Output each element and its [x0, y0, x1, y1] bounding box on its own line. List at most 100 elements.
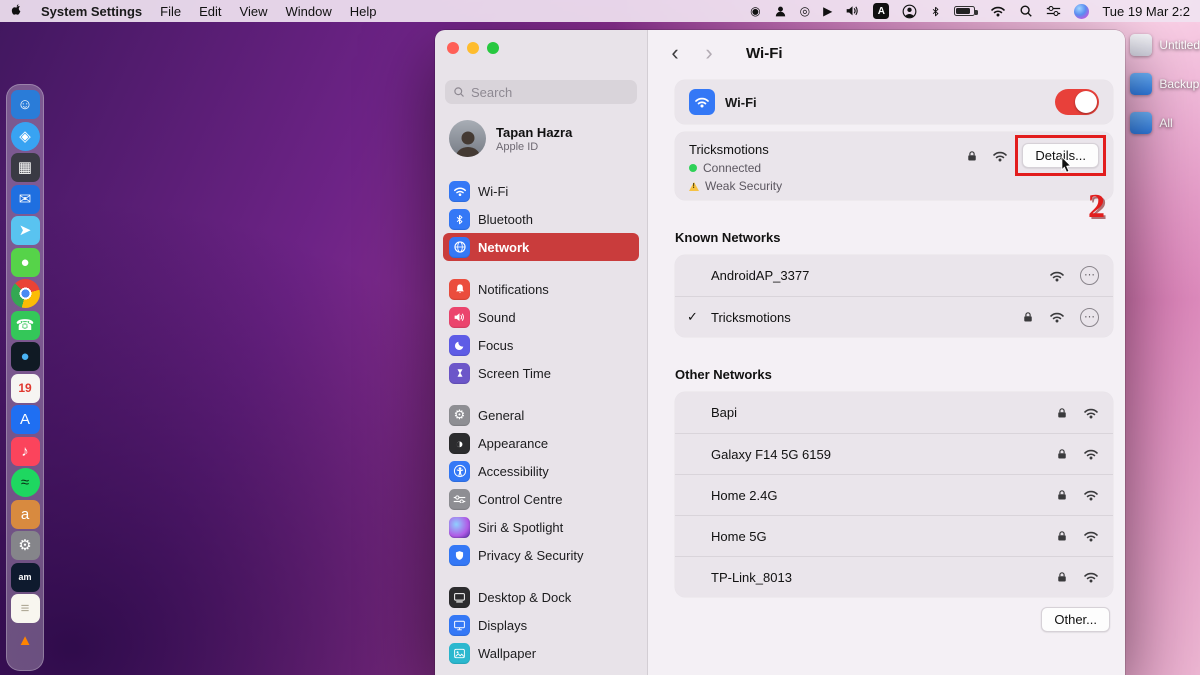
profile-subtitle: Apple ID: [496, 141, 572, 153]
desktop-item-all[interactable]: All: [1126, 112, 1200, 134]
wifi-toggle[interactable]: [1055, 89, 1099, 115]
amazon-icon: a: [21, 507, 29, 522]
known-network-row[interactable]: ✓ Tricksmotions ⋯: [675, 296, 1113, 337]
bluetooth-icon[interactable]: [930, 0, 941, 22]
sidebar-item-wifi[interactable]: Wi-Fi: [443, 177, 639, 205]
search-input[interactable]: [471, 85, 647, 100]
sidebar-item-accessibility[interactable]: Accessibility: [443, 457, 639, 485]
minimize-button[interactable]: [467, 42, 479, 54]
other-network-row[interactable]: TP-Link_8013: [675, 556, 1113, 597]
wifi-icon[interactable]: [990, 0, 1006, 22]
menu-view[interactable]: View: [240, 4, 268, 19]
sidebar-item-sound[interactable]: Sound: [443, 303, 639, 331]
desktop-icons: Untitled Backup All: [1126, 34, 1200, 151]
dock-chrome[interactable]: [11, 279, 40, 308]
other-network-row[interactable]: Home 5G: [675, 515, 1113, 556]
menubar-clock[interactable]: Tue 19 Mar 2:2: [1102, 4, 1190, 19]
dock-vlc[interactable]: ▲: [11, 626, 40, 655]
search-field[interactable]: [445, 80, 637, 104]
dock-system-settings[interactable]: ⚙: [11, 531, 40, 560]
menu-window[interactable]: Window: [285, 4, 331, 19]
wifi-signal-icon: [1083, 530, 1099, 542]
sidebar-item-control-centre[interactable]: Control Centre: [443, 485, 639, 513]
sidebar-item-general[interactable]: ⚙ General: [443, 401, 639, 429]
screen-record-icon[interactable]: ◉: [750, 0, 760, 22]
sidebar-item-network[interactable]: Network: [443, 233, 639, 261]
dock-music[interactable]: ♪: [11, 437, 40, 466]
other-network-row[interactable]: Home 2.4G: [675, 474, 1113, 515]
dock-app-store[interactable]: A: [11, 405, 40, 434]
wifi-label: Wi-Fi: [725, 95, 757, 110]
sidebar-item-appearance[interactable]: ◑ Appearance: [443, 429, 639, 457]
control-center-icon[interactable]: [1046, 0, 1061, 22]
sidebar-item-siri-spotlight[interactable]: Siri & Spotlight: [443, 513, 639, 541]
dock-finder[interactable]: ☺: [11, 90, 40, 119]
sidebar-item-screen-time[interactable]: Screen Time: [443, 359, 639, 387]
apple-logo-icon[interactable]: [10, 0, 23, 22]
dock-mail[interactable]: ✉: [11, 185, 40, 214]
desktop-item-backup[interactable]: Backup: [1126, 73, 1200, 95]
dock-whatsapp[interactable]: ☎: [11, 311, 40, 340]
sidebar-item-focus[interactable]: Focus: [443, 331, 639, 359]
appearance-icon: ◑: [449, 433, 470, 454]
wifi-signal-icon: [1083, 407, 1099, 419]
other-network-row[interactable]: Bapi: [675, 392, 1113, 433]
sidebar-item-label: Focus: [478, 338, 513, 353]
close-button[interactable]: [447, 42, 459, 54]
dock-spotify[interactable]: ≈: [11, 468, 40, 497]
lock-icon: [1056, 407, 1068, 419]
menubar-app-name[interactable]: System Settings: [41, 4, 142, 19]
back-icon[interactable]: ‹: [664, 43, 686, 63]
messages-icon: ●: [20, 255, 29, 270]
volume-icon[interactable]: [845, 0, 860, 22]
dock-maps[interactable]: ➤: [11, 216, 40, 245]
input-source-icon[interactable]: A: [873, 3, 889, 19]
folder-icon: [1130, 73, 1152, 95]
play-icon[interactable]: ▶: [823, 0, 832, 22]
network-name: Tricksmotions: [711, 310, 1022, 325]
twitter-icon: ●: [20, 349, 29, 364]
more-options-button[interactable]: ⋯: [1080, 308, 1099, 327]
known-networks-header: Known Networks: [675, 230, 1113, 245]
sidebar-item-desktop-dock[interactable]: Desktop & Dock: [443, 583, 639, 611]
dock: ☺ ◈ ▦ ✉ ➤ ● ☎ ● 19 A ♪ ≈ a ⚙ am ≡ ▲: [6, 84, 44, 671]
dock-notes[interactable]: ≡: [11, 594, 40, 623]
more-options-button[interactable]: ⋯: [1080, 266, 1099, 285]
dock-safari[interactable]: ◈: [11, 122, 40, 151]
dock-amazon[interactable]: a: [11, 500, 40, 529]
wifi-signal-icon: [1083, 448, 1099, 460]
sidebar-item-notifications[interactable]: Notifications: [443, 275, 639, 303]
other-networks-card: Bapi Galaxy F14 5G 6159 Home 2.4G: [675, 392, 1113, 597]
other-network-row[interactable]: Galaxy F14 5G 6159: [675, 433, 1113, 474]
dock-calendar[interactable]: 19: [11, 374, 40, 403]
menu-help[interactable]: Help: [350, 4, 377, 19]
zoom-button[interactable]: [487, 42, 499, 54]
sidebar-item-displays[interactable]: Displays: [443, 611, 639, 639]
shield-icon: [449, 545, 470, 566]
battery-icon[interactable]: [954, 0, 977, 22]
sidebar-item-bluetooth[interactable]: Bluetooth: [443, 205, 639, 233]
dock-amazon-music[interactable]: am: [11, 563, 40, 592]
dock-twitter[interactable]: ●: [11, 342, 40, 371]
lock-icon: [1056, 530, 1068, 542]
known-network-row[interactable]: AndroidAP_3377 ⋯: [675, 255, 1113, 296]
siri-icon[interactable]: [1074, 0, 1089, 22]
sidebar-item-wallpaper[interactable]: Wallpaper: [443, 639, 639, 667]
user-icon[interactable]: [774, 0, 787, 22]
known-networks-card: AndroidAP_3377 ⋯ ✓ Tricksmotions: [675, 255, 1113, 337]
account-icon[interactable]: [902, 0, 917, 22]
desktop-item-untitled[interactable]: Untitled: [1126, 34, 1200, 56]
sidebar-item-privacy-security[interactable]: Privacy & Security: [443, 541, 639, 569]
menu-edit[interactable]: Edit: [199, 4, 221, 19]
shazam-icon[interactable]: ◎: [800, 0, 810, 22]
warning-icon: [689, 182, 699, 191]
forward-icon[interactable]: ›: [698, 43, 720, 63]
lock-icon: [1056, 448, 1068, 460]
dock-launchpad[interactable]: ▦: [11, 153, 40, 182]
profile-row[interactable]: Tapan Hazra Apple ID: [443, 104, 639, 163]
other-network-button[interactable]: Other...: [1041, 607, 1110, 632]
menu-file[interactable]: File: [160, 4, 181, 19]
spotlight-icon[interactable]: [1019, 0, 1033, 22]
dock-messages[interactable]: ●: [11, 248, 40, 277]
gear-icon: ⚙: [449, 405, 470, 426]
